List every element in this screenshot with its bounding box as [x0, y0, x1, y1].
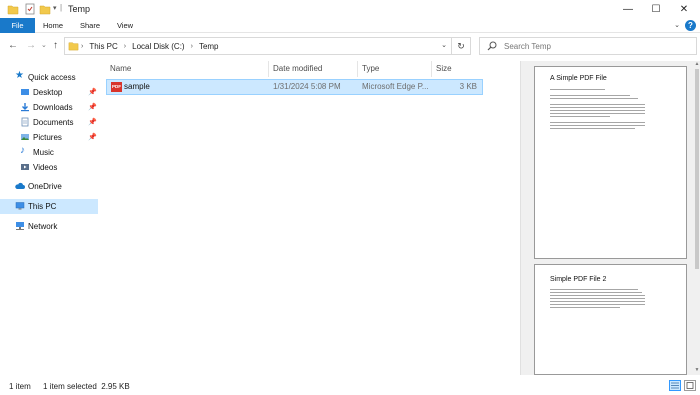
- address-bar[interactable]: › This PC › Local Disk (C:) › Temp: [64, 37, 452, 55]
- column-header-date[interactable]: Date modified: [273, 61, 322, 77]
- refresh-button[interactable]: ↻: [452, 37, 471, 55]
- pdf-file-icon: PDF: [111, 82, 122, 92]
- network-icon: [16, 222, 24, 230]
- minimize-button[interactable]: —: [614, 0, 642, 18]
- nav-documents[interactable]: Documents 📌: [0, 115, 98, 130]
- pictures-folder-icon: [21, 134, 29, 140]
- desktop-folder-icon: [21, 89, 29, 95]
- pin-icon[interactable]: 📌: [88, 88, 97, 96]
- search-box[interactable]: Search Temp: [479, 37, 697, 55]
- nav-label: Music: [33, 148, 54, 157]
- column-header-name[interactable]: Name: [110, 61, 131, 77]
- scroll-up-icon[interactable]: ▲: [693, 61, 700, 67]
- preview-scrollbar[interactable]: ▲ ▼: [693, 61, 700, 375]
- details-view-icon: [671, 382, 679, 389]
- music-folder-icon: ♪: [20, 145, 25, 156]
- recent-locations-icon[interactable]: ⌄: [41, 41, 47, 51]
- file-row[interactable]: PDF sample 1/31/2024 5:08 PM Microsoft E…: [106, 79, 483, 95]
- nav-pictures[interactable]: Pictures 📌: [0, 130, 98, 145]
- cloud-icon: [15, 182, 25, 189]
- preview-page-1: A Simple PDF File: [534, 66, 687, 259]
- pin-icon[interactable]: 📌: [88, 118, 97, 126]
- preview-page-title: Simple PDF File 2: [550, 276, 607, 283]
- nav-onedrive[interactable]: OneDrive: [0, 179, 98, 194]
- preview-page-title: A Simple PDF File: [550, 75, 607, 82]
- title-separator: |: [60, 3, 63, 12]
- tab-view[interactable]: View: [111, 18, 139, 33]
- nav-label: Documents: [33, 118, 74, 127]
- forward-arrow-icon[interactable]: →: [26, 41, 36, 51]
- nav-label: Videos: [33, 163, 58, 172]
- nav-label: Quick access: [28, 73, 76, 82]
- download-folder-icon: [21, 103, 29, 112]
- file-type: Microsoft Edge P...: [362, 82, 429, 91]
- chevron-right-icon[interactable]: ›: [191, 43, 193, 50]
- search-placeholder: Search Temp: [504, 42, 551, 51]
- navigation-pane: ★ Quick access Desktop 📌 Downloads 📌 Doc…: [0, 60, 100, 375]
- tab-file[interactable]: File: [0, 18, 35, 33]
- preview-pane: A Simple PDF File Simple PDF File 2 ▲ ▼: [520, 61, 700, 375]
- scrollbar-thumb[interactable]: [695, 69, 699, 269]
- maximize-button[interactable]: ☐: [642, 0, 670, 18]
- nav-downloads[interactable]: Downloads 📌: [0, 100, 98, 115]
- nav-label: Desktop: [33, 88, 63, 97]
- nav-label: Downloads: [33, 103, 73, 112]
- nav-label: Pictures: [33, 133, 62, 142]
- details-view-button[interactable]: [669, 380, 681, 391]
- nav-desktop[interactable]: Desktop 📌: [0, 85, 98, 100]
- column-header-type[interactable]: Type: [362, 61, 379, 77]
- new-folder-icon[interactable]: [39, 3, 51, 15]
- column-divider[interactable]: [431, 61, 432, 77]
- search-icon: [487, 41, 497, 51]
- selection-info: 1 item selected 2.95 KB: [43, 382, 130, 391]
- tab-share[interactable]: Share: [74, 18, 106, 33]
- column-divider[interactable]: [357, 61, 358, 77]
- nav-this-pc[interactable]: This PC: [0, 199, 98, 214]
- properties-icon[interactable]: [24, 3, 36, 15]
- large-icons-view-button[interactable]: [684, 380, 696, 391]
- breadcrumb-this-pc[interactable]: This PC: [89, 42, 117, 51]
- back-arrow-icon[interactable]: ←: [8, 41, 18, 51]
- nav-videos[interactable]: Videos: [0, 160, 98, 175]
- nav-quick-access[interactable]: ★ Quick access: [0, 70, 98, 85]
- videos-folder-icon: [21, 164, 29, 170]
- expand-ribbon-icon[interactable]: ⌄: [674, 21, 680, 29]
- chevron-right-icon[interactable]: ›: [81, 43, 83, 50]
- pin-icon[interactable]: 📌: [88, 103, 97, 111]
- file-date: 1/31/2024 5:08 PM: [273, 82, 341, 91]
- nav-music[interactable]: ♪ Music: [0, 145, 98, 160]
- nav-network[interactable]: Network: [0, 219, 98, 234]
- nav-label: OneDrive: [28, 182, 62, 191]
- customize-toolbar-icon[interactable]: ▾: [53, 4, 57, 16]
- breadcrumb: › This PC › Local Disk (C:) › Temp: [81, 38, 219, 54]
- file-name[interactable]: sample: [124, 82, 150, 91]
- title-bar: ▾ | Temp — ☐ ✕: [0, 0, 700, 18]
- file-size: 3 KB: [459, 82, 477, 91]
- up-arrow-icon[interactable]: ↑: [53, 41, 58, 51]
- computer-icon: [15, 202, 25, 210]
- breadcrumb-local-disk[interactable]: Local Disk (C:): [132, 42, 184, 51]
- chevron-right-icon[interactable]: ›: [124, 43, 126, 50]
- item-count: 1 item: [9, 382, 31, 391]
- nav-label: Network: [28, 222, 58, 231]
- star-icon: ★: [15, 70, 24, 81]
- nav-label: This PC: [28, 202, 57, 211]
- ribbon-tabs: File Home Share View ⌄ ?: [0, 18, 700, 33]
- window-title: Temp: [68, 4, 91, 14]
- column-divider[interactable]: [268, 61, 269, 77]
- folder-icon: [7, 5, 19, 15]
- breadcrumb-temp[interactable]: Temp: [199, 42, 219, 51]
- pin-icon[interactable]: 📌: [88, 133, 97, 141]
- preview-page-2: Simple PDF File 2: [534, 264, 687, 375]
- help-icon[interactable]: ?: [685, 20, 696, 31]
- folder-icon: [68, 42, 79, 51]
- close-button[interactable]: ✕: [670, 0, 698, 18]
- column-header-size[interactable]: Size: [436, 61, 452, 77]
- documents-folder-icon: [21, 117, 29, 127]
- large-icons-view-icon: [686, 382, 694, 389]
- address-history-dropdown[interactable]: ⌄: [436, 37, 452, 55]
- scroll-down-icon[interactable]: ▼: [693, 367, 700, 373]
- tab-home[interactable]: Home: [38, 18, 68, 33]
- status-bar: 1 item 1 item selected 2.95 KB: [0, 375, 700, 395]
